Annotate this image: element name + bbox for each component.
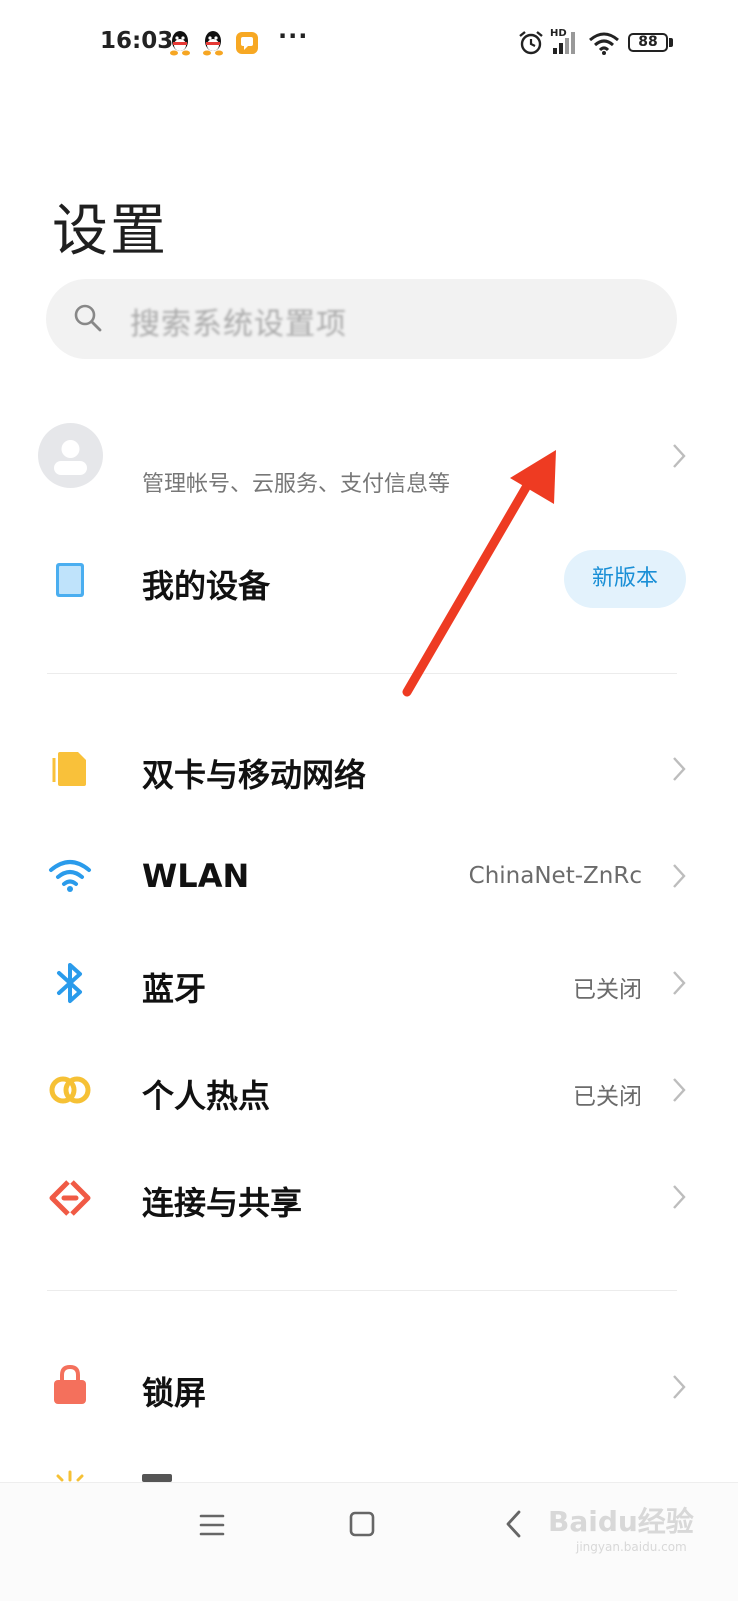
hotspot-icon: [49, 1076, 91, 1104]
alarm-icon: [519, 31, 543, 55]
share-icon: [49, 1180, 91, 1216]
baidu-watermark-url: jingyan.baidu.com: [576, 1540, 687, 1554]
status-time: 16:03: [100, 28, 174, 54]
back-icon[interactable]: [502, 1508, 526, 1540]
dual-sim-label: 双卡与移动网络: [142, 756, 367, 794]
wlan-label: WLAN: [142, 857, 250, 895]
lock-screen-label: 锁屏: [142, 1374, 207, 1412]
chevron-right-icon: [673, 1185, 686, 1209]
bluetooth-label: 蓝牙: [142, 970, 207, 1008]
wlan-value: ChinaNet-ZnRc: [468, 863, 642, 889]
battery-tip: [669, 38, 673, 47]
hotspot-label: 个人热点: [142, 1077, 271, 1115]
wifi-icon: [589, 32, 619, 55]
bluetooth-icon: [57, 963, 82, 1003]
tablet-icon: [56, 563, 84, 597]
bluetooth-status: 已关闭: [573, 977, 642, 1003]
chevron-right-icon: [673, 1375, 686, 1399]
hotspot-status: 已关闭: [573, 1084, 642, 1110]
search-icon: [74, 304, 102, 332]
lock-icon: [54, 1364, 86, 1404]
chevron-right-icon: [673, 444, 686, 468]
chevron-right-icon: [673, 757, 686, 781]
connection-sharing-label: 连接与共享: [142, 1184, 303, 1222]
menu-icon[interactable]: [198, 1512, 226, 1538]
sim-card-icon: [52, 752, 86, 786]
home-icon[interactable]: [347, 1509, 377, 1539]
new-version-badge[interactable]: 新版本: [564, 550, 686, 608]
signal-icon: [553, 32, 575, 54]
battery-icon: 88: [628, 33, 668, 52]
more-notifications: ···: [278, 22, 309, 50]
search-placeholder: 搜索系统设置项: [130, 307, 347, 342]
chevron-right-icon: [673, 864, 686, 888]
my-device-label: 我的设备: [142, 567, 271, 605]
red-arrow-annotation: [402, 450, 556, 697]
wifi-icon: [49, 860, 91, 892]
chevron-right-icon: [673, 1078, 686, 1102]
baidu-watermark: Baidu经验: [548, 1505, 694, 1538]
qq-icon: [170, 31, 190, 56]
chevron-right-icon: [673, 971, 686, 995]
message-app-icon: [236, 32, 258, 54]
divider: [47, 673, 677, 674]
qq-icon: [203, 31, 223, 56]
lock-screen-row[interactable]: [30, 1338, 700, 1438]
next-row-label-fragment: [142, 1474, 172, 1482]
connection-sharing-row[interactable]: [30, 1148, 700, 1248]
user-icon: [54, 440, 87, 475]
divider: [47, 1290, 677, 1291]
page-title: 设置: [52, 199, 168, 264]
avatar[interactable]: [38, 423, 103, 488]
sun-icon: [56, 1470, 84, 1482]
